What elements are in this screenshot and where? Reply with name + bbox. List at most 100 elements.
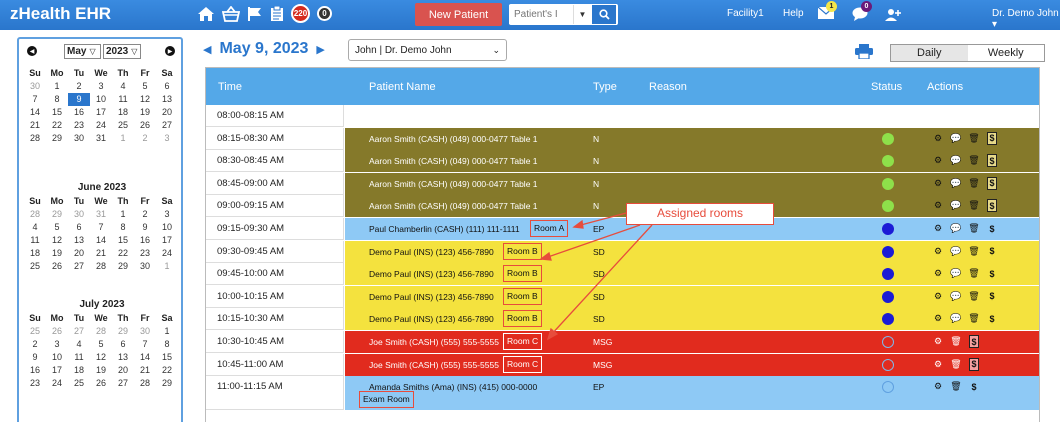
calendar-day[interactable]: 21 bbox=[24, 119, 46, 132]
time-slot[interactable]: 09:45-10:00 AM bbox=[206, 263, 344, 286]
time-slot[interactable]: 08:30-08:45 AM bbox=[206, 150, 344, 173]
calendar-day[interactable]: 19 bbox=[90, 364, 112, 377]
calendar-day[interactable]: 16 bbox=[134, 234, 156, 247]
billing-dollar-icon[interactable]: $ bbox=[987, 131, 997, 145]
trash-icon[interactable]: 🗑 bbox=[968, 245, 979, 258]
calendar-day[interactable]: 26 bbox=[134, 119, 156, 132]
calendar-day[interactable]: 28 bbox=[90, 325, 112, 338]
chat-icon[interactable]: 💬 bbox=[950, 222, 961, 235]
trash-icon[interactable]: 🗑 bbox=[968, 199, 979, 212]
calendar-day[interactable]: 12 bbox=[46, 234, 68, 247]
prev-month-icon[interactable]: ◀ bbox=[27, 46, 37, 56]
patient-name[interactable]: Joe Smith (CASH) (555) 555-5555 bbox=[369, 331, 499, 353]
calendar-day[interactable]: 14 bbox=[134, 351, 156, 364]
time-slot[interactable]: 09:30-09:45 AM bbox=[206, 240, 344, 263]
clipboard-icon[interactable] bbox=[270, 5, 284, 22]
calendar-day-selected[interactable]: 9 bbox=[68, 93, 90, 106]
calendar-day[interactable]: 24 bbox=[46, 377, 68, 390]
patient-name[interactable]: Aaron Smith (CASH) (049) 000-0477 Table … bbox=[369, 150, 538, 172]
patient-name[interactable]: Demo Paul (INS) (123) 456-7890 bbox=[369, 308, 494, 330]
gear-icon[interactable]: ⚙ bbox=[933, 290, 943, 303]
calendar-day[interactable]: 30 bbox=[134, 260, 156, 273]
calendar-day[interactable]: 28 bbox=[134, 377, 156, 390]
add-user-icon[interactable] bbox=[885, 8, 901, 24]
time-slot[interactable]: 08:45-09:00 AM bbox=[206, 172, 344, 195]
status-indicator[interactable] bbox=[882, 313, 894, 326]
calendar-day[interactable]: 3 bbox=[156, 132, 178, 145]
calendar-day[interactable]: 22 bbox=[112, 247, 134, 260]
flag-icon[interactable] bbox=[247, 6, 263, 22]
secondary-count-badge[interactable]: 0 bbox=[317, 6, 332, 21]
time-slot[interactable]: 10:00-10:15 AM bbox=[206, 285, 344, 308]
table-row[interactable]: 08:45-09:00 AM Aaron Smith (CASH) (049) 0… bbox=[206, 172, 1039, 195]
calendar-day[interactable]: 23 bbox=[134, 247, 156, 260]
calendar-day[interactable]: 6 bbox=[68, 221, 90, 234]
patient-name[interactable]: Demo Paul (INS) (123) 456-7890 bbox=[369, 241, 494, 263]
calendar-day[interactable]: 1 bbox=[156, 325, 178, 338]
calendar-day[interactable]: 30 bbox=[24, 80, 46, 93]
billing-dollar-icon[interactable]: $ bbox=[987, 245, 997, 258]
status-indicator[interactable] bbox=[882, 290, 894, 303]
appointment-band[interactable]: Joe Smith (CASH) (555) 555-5555 MSG Room C… bbox=[345, 353, 1039, 376]
calendar-day[interactable]: 26 bbox=[46, 325, 68, 338]
calendar-day[interactable]: 19 bbox=[134, 106, 156, 119]
status-indicator[interactable] bbox=[882, 268, 894, 281]
patient-name[interactable]: Aaron Smith (CASH) (049) 000-0477 Table … bbox=[369, 128, 538, 150]
search-filter-dropdown[interactable]: ▼ bbox=[573, 5, 591, 24]
time-slot[interactable]: 08:15-08:30 AM bbox=[206, 127, 344, 150]
calendar-day[interactable]: 29 bbox=[46, 208, 68, 221]
calendar-day[interactable]: 13 bbox=[156, 93, 178, 106]
calendar-day[interactable]: 11 bbox=[112, 93, 134, 106]
calendar-day[interactable]: 8 bbox=[156, 338, 178, 351]
facility-link[interactable]: Facility1 bbox=[727, 8, 764, 19]
calendar-day[interactable]: 1 bbox=[112, 132, 134, 145]
gear-icon[interactable]: ⚙ bbox=[933, 312, 943, 325]
billing-dollar-icon[interactable]: $ bbox=[987, 154, 997, 168]
time-slot[interactable]: 09:00-09:15 AM bbox=[206, 195, 344, 218]
calendar-day[interactable]: 1 bbox=[156, 260, 178, 273]
search-button[interactable] bbox=[591, 4, 617, 25]
calendar-day[interactable]: 18 bbox=[68, 364, 90, 377]
appointment-band[interactable]: Aaron Smith (CASH) (049) 000-0477 Table … bbox=[345, 150, 1039, 173]
weekly-view-button[interactable]: Weekly bbox=[968, 45, 1045, 61]
time-slot[interactable]: 10:30-10:45 AM bbox=[206, 331, 344, 353]
calendar-day[interactable]: 16 bbox=[68, 106, 90, 119]
trash-icon[interactable]: 🗑 bbox=[950, 335, 961, 348]
calendar-day[interactable]: 17 bbox=[90, 106, 112, 119]
chat-icon[interactable]: 💬 bbox=[950, 132, 961, 145]
calendar-day[interactable]: 20 bbox=[156, 106, 178, 119]
status-indicator[interactable] bbox=[882, 155, 894, 168]
chat-icon[interactable]: 💬 bbox=[950, 154, 961, 167]
billing-dollar-icon[interactable]: $ bbox=[987, 199, 997, 213]
chat-icon[interactable]: 💬 bbox=[950, 267, 961, 280]
calendar-day[interactable]: 29 bbox=[156, 377, 178, 390]
calendar-day[interactable]: 17 bbox=[156, 234, 178, 247]
calendar-day[interactable]: 11 bbox=[24, 234, 46, 247]
time-slot[interactable]: 09:15-09:30 AM bbox=[206, 218, 344, 240]
appointment-band[interactable]: Demo Paul (INS) (123) 456-7890 SD Room B ⚙ 💬… bbox=[345, 308, 1039, 331]
next-day-icon[interactable]: ▶ bbox=[316, 43, 324, 56]
chat-icon[interactable]: 💬 bbox=[950, 290, 961, 303]
calendar-day[interactable]: 10 bbox=[46, 351, 68, 364]
new-patient-button[interactable]: New Patient bbox=[415, 3, 502, 26]
patient-name[interactable]: Aaron Smith (CASH) (049) 000-0477 Table … bbox=[369, 195, 538, 217]
table-row[interactable]: 10:45-11:00 AM Joe Smith (CASH) (555) 555… bbox=[206, 353, 1039, 376]
billing-dollar-icon[interactable]: $ bbox=[987, 222, 997, 235]
gear-icon[interactable]: ⚙ bbox=[933, 199, 943, 212]
calendar-day[interactable]: 27 bbox=[112, 377, 134, 390]
calendar-day[interactable]: 19 bbox=[46, 247, 68, 260]
table-row[interactable]: 09:45-10:00 AM Demo Paul (INS) (123) 456-… bbox=[206, 263, 1039, 286]
calendar-day[interactable]: 4 bbox=[112, 80, 134, 93]
calendar-day[interactable]: 25 bbox=[112, 119, 134, 132]
calendar-day[interactable]: 24 bbox=[156, 247, 178, 260]
calendar-day[interactable]: 13 bbox=[112, 351, 134, 364]
appointment-band[interactable]: Demo Paul (INS) (123) 456-7890 SD Room B ⚙ 💬… bbox=[345, 240, 1039, 263]
calendar-day[interactable]: 10 bbox=[90, 93, 112, 106]
calendar-day[interactable]: 5 bbox=[90, 338, 112, 351]
chat-icon[interactable]: 💬 bbox=[950, 177, 961, 190]
table-row[interactable]: 08:30-08:45 AM Aaron Smith (CASH) (049) 0… bbox=[206, 150, 1039, 173]
appointment-band[interactable] bbox=[345, 105, 1039, 127]
status-indicator[interactable] bbox=[882, 336, 894, 348]
calendar-day[interactable]: 27 bbox=[156, 119, 178, 132]
table-row[interactable]: 08:00-08:15 AM bbox=[206, 105, 1039, 127]
